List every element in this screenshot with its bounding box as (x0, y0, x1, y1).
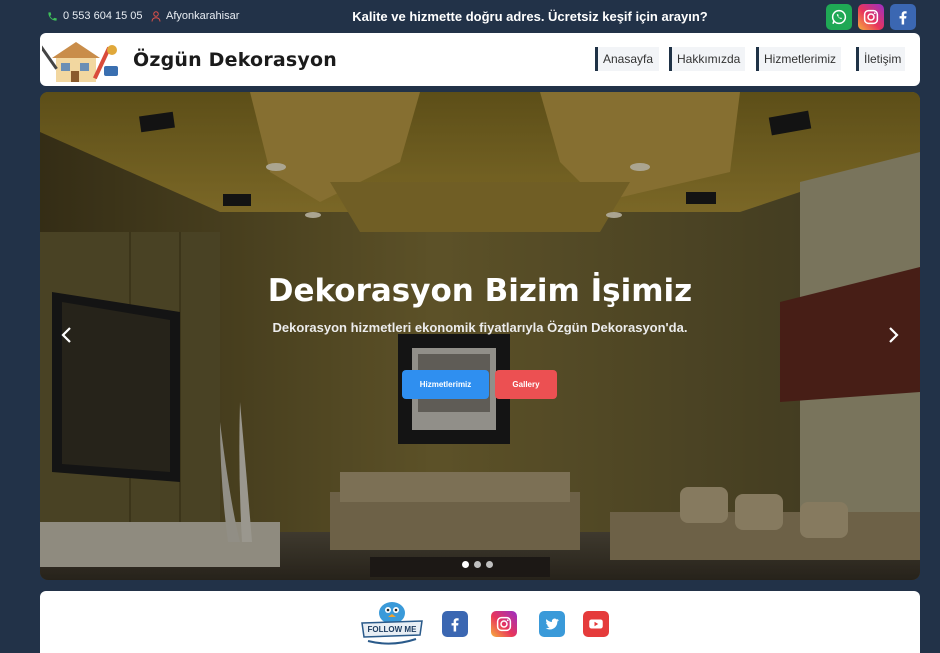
hero-slider: Dekorasyon Bizim İşimiz Dekorasyon hizme… (40, 92, 920, 580)
gallery-button[interactable]: Gallery (495, 370, 557, 399)
follow-me-bird-icon: FOLLOW ME (358, 597, 426, 649)
hero-subtitle: Dekorasyon hizmetleri ekonomik fiyatları… (272, 320, 688, 335)
top-bar: 0 553 604 15 05 Afyonkarahisar Kalite ve… (0, 0, 940, 33)
top-social-links (826, 4, 916, 30)
hero-title: Dekorasyon Bizim İşimiz (267, 273, 693, 309)
user-icon (151, 10, 161, 22)
slider-dot-2[interactable] (474, 561, 481, 568)
slider-indicators (462, 561, 493, 568)
nav-home[interactable]: Anasayfa (595, 47, 659, 71)
instagram-icon[interactable] (491, 611, 517, 637)
instagram-icon[interactable] (858, 4, 884, 30)
nav-contact[interactable]: İletişim (856, 47, 905, 71)
chevron-left-icon (61, 327, 71, 343)
logo[interactable] (38, 36, 120, 84)
chevron-right-icon (889, 327, 899, 343)
twitter-icon[interactable] (539, 611, 565, 637)
facebook-icon[interactable] (442, 611, 468, 637)
location-info: Afyonkarahisar (151, 10, 239, 22)
phone-icon (48, 11, 57, 21)
phone-number: 0 553 604 15 05 (63, 10, 143, 22)
top-slogan: Kalite ve hizmette doğru adres. Ücretsiz… (352, 9, 708, 24)
nav-about[interactable]: Hakkımızda (669, 47, 745, 71)
follow-section: FOLLOW ME (40, 591, 920, 653)
services-button[interactable]: Hizmetlerimiz (402, 370, 489, 399)
slider-prev-button[interactable] (58, 324, 74, 346)
site-header: Özgün Dekorasyon Anasayfa Hakkımızda Hiz… (38, 33, 920, 86)
whatsapp-icon[interactable] (826, 4, 852, 30)
facebook-icon[interactable] (890, 4, 916, 30)
slider-next-button[interactable] (886, 324, 902, 346)
phone-contact[interactable]: 0 553 604 15 05 (47, 10, 143, 22)
location-text: Afyonkarahisar (166, 10, 240, 22)
youtube-icon[interactable] (583, 611, 609, 637)
hero-background-image (40, 92, 920, 580)
follow-me-label: FOLLOW ME (368, 625, 418, 634)
nav-services[interactable]: Hizmetlerimiz (756, 47, 841, 71)
slider-dot-1[interactable] (462, 561, 469, 568)
slider-dot-3[interactable] (486, 561, 493, 568)
brand-name[interactable]: Özgün Dekorasyon (133, 49, 337, 71)
